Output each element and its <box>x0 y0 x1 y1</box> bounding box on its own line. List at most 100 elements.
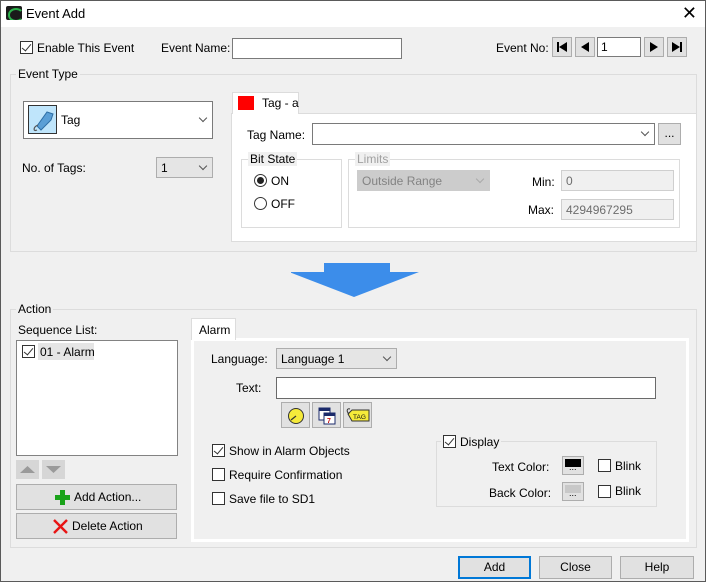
bit-state-off-label: OFF <box>271 197 295 211</box>
arrow-up-icon <box>20 466 35 473</box>
sequence-list[interactable]: 01 - Alarm <box>16 340 178 456</box>
save-file-sd1-label: Save file to SD1 <box>229 492 316 506</box>
text-color-label: Text Color: <box>492 460 550 474</box>
prev-icon <box>581 42 589 52</box>
limits-mode-combo[interactable]: Outside Range <box>357 170 490 191</box>
num-tags-combo[interactable]: 1 <box>156 157 213 178</box>
flow-arrow-icon <box>291 263 419 297</box>
event-no-input[interactable] <box>597 37 641 57</box>
tag-name-combo[interactable] <box>312 123 655 145</box>
prev-event-button[interactable] <box>575 37 595 57</box>
back-color-button[interactable]: ... <box>562 482 584 501</box>
app-icon <box>6 6 22 20</box>
chevron-down-icon <box>475 174 485 183</box>
language-combo[interactable]: Language 1 <box>276 348 397 369</box>
insert-time-button[interactable] <box>281 402 310 428</box>
event-type-value: Tag <box>61 113 81 127</box>
first-event-button[interactable] <box>552 37 572 57</box>
max-label: Max: <box>528 203 555 217</box>
require-confirmation-checkbox[interactable] <box>212 468 225 481</box>
tag-browse-button[interactable]: ... <box>658 123 681 145</box>
next-event-button[interactable] <box>644 37 664 57</box>
sequence-item-label[interactable]: 01 - Alarm <box>40 345 95 359</box>
enable-event-label: Enable This Event <box>37 41 135 55</box>
close-button[interactable]: Close <box>539 556 612 579</box>
bit-state-label: Bit State <box>248 152 298 166</box>
alarm-text-input[interactable] <box>276 377 656 399</box>
back-blink-label: Blink <box>615 484 642 498</box>
display-label: Display <box>460 435 500 449</box>
tag-insert-icon: TAG <box>346 408 370 422</box>
require-confirmation-label: Require Confirmation <box>229 468 343 482</box>
next-icon <box>650 42 658 52</box>
num-tags-label: No. of Tags: <box>22 161 86 175</box>
tab-alarm[interactable]: Alarm <box>191 318 236 340</box>
bit-state-group <box>241 159 342 228</box>
delete-x-icon <box>53 519 68 534</box>
show-in-alarm-objects-label: Show in Alarm Objects <box>229 444 350 458</box>
num-tags-value: 1 <box>161 161 168 175</box>
chevron-down-icon <box>198 161 208 170</box>
bit-state-on-radio[interactable] <box>254 174 267 187</box>
language-label: Language: <box>211 352 268 366</box>
back-blink-checkbox[interactable] <box>598 485 611 498</box>
show-in-alarm-objects-checkbox[interactable] <box>212 444 225 457</box>
action-group-label: Action <box>16 302 54 316</box>
add-action-label: Add Action... <box>74 490 142 504</box>
sequence-list-label: Sequence List: <box>18 323 98 337</box>
move-up-button[interactable] <box>16 460 39 479</box>
event-name-label: Event Name: <box>161 41 231 55</box>
back-color-dots: ... <box>569 488 577 498</box>
help-button[interactable]: Help <box>620 556 694 579</box>
move-down-button[interactable] <box>42 460 65 479</box>
delete-action-button[interactable]: Delete Action <box>16 513 177 539</box>
plus-icon <box>55 490 70 505</box>
sequence-item-checkbox[interactable] <box>22 345 35 358</box>
first-icon <box>557 42 567 52</box>
chevron-down-icon <box>382 352 392 361</box>
enable-event-checkbox[interactable] <box>20 41 33 54</box>
event-type-group-label: Event Type <box>16 67 80 81</box>
text-label: Text: <box>236 381 262 395</box>
window-title: Event Add <box>26 6 86 21</box>
tag-name-label: Tag Name: <box>247 128 306 142</box>
insert-date-button[interactable]: 7 <box>312 402 341 428</box>
max-input[interactable] <box>561 199 674 220</box>
event-add-dialog: Event Add ✕ Enable This Event Event Name… <box>0 0 706 582</box>
text-color-button[interactable]: ... <box>562 456 584 475</box>
bit-state-off-radio[interactable] <box>254 197 267 210</box>
tab-joiner <box>233 111 298 115</box>
arrow-down-icon <box>46 466 61 473</box>
title-bar: Event Add ✕ <box>1 1 705 27</box>
limits-label: Limits <box>355 152 391 166</box>
tab-tag-a-label: Tag - a <box>262 96 299 110</box>
min-input[interactable] <box>561 170 674 191</box>
close-icon[interactable]: ✕ <box>682 4 697 22</box>
display-checkbox[interactable] <box>443 435 456 448</box>
delete-action-label: Delete Action <box>72 519 143 533</box>
chevron-down-icon <box>640 127 650 137</box>
last-event-button[interactable] <box>667 37 687 57</box>
tab-alarm-label: Alarm <box>199 323 231 337</box>
add-action-button[interactable]: Add Action... <box>16 484 177 510</box>
svg-text:7: 7 <box>327 418 331 425</box>
text-blink-checkbox[interactable] <box>598 459 611 472</box>
svg-text:TAG: TAG <box>353 414 366 421</box>
alarm-tab-panel <box>191 338 689 542</box>
text-color-dots: ... <box>569 462 577 472</box>
event-type-combo[interactable]: Tag <box>23 101 213 139</box>
save-file-sd1-checkbox[interactable] <box>212 492 225 505</box>
last-icon <box>672 42 682 52</box>
min-label: Min: <box>532 175 555 189</box>
back-color-label: Back Color: <box>489 486 552 500</box>
insert-tag-button[interactable]: TAG <box>343 402 372 428</box>
text-blink-label: Blink <box>615 459 642 473</box>
calendar-icon: 7 <box>318 407 336 425</box>
add-button[interactable]: Add <box>458 556 531 579</box>
event-name-input[interactable] <box>232 38 402 59</box>
limits-mode-value: Outside Range <box>362 174 443 188</box>
chevron-down-icon <box>198 113 208 123</box>
tag-color-swatch <box>238 96 254 110</box>
bit-state-on-label: ON <box>271 174 289 188</box>
clock-icon <box>288 408 304 424</box>
